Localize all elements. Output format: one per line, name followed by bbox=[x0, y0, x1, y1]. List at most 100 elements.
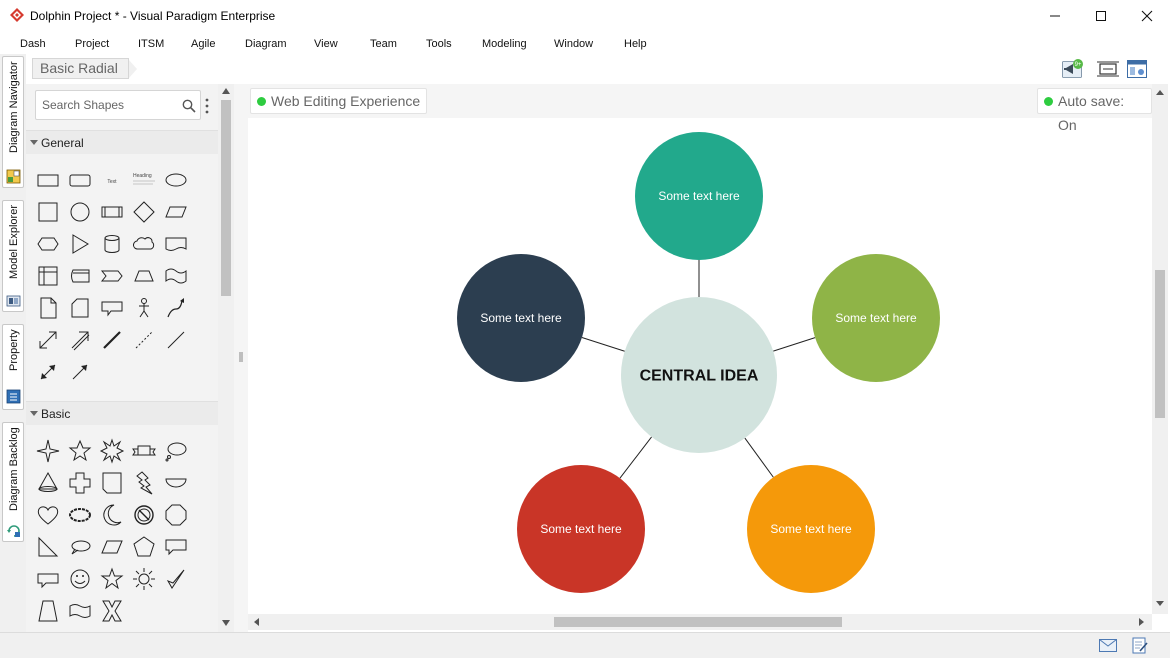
canvas-horizontal-scrollbar[interactable] bbox=[248, 614, 1152, 630]
square-shape[interactable] bbox=[35, 199, 61, 225]
menu-modeling[interactable]: Modeling bbox=[482, 38, 527, 50]
section-basic[interactable]: Basic bbox=[26, 401, 218, 425]
table-shape[interactable] bbox=[35, 263, 61, 289]
menu-itsm[interactable]: ITSM bbox=[138, 38, 164, 50]
lightning-shape[interactable] bbox=[131, 470, 157, 496]
folded-corner-shape[interactable] bbox=[99, 470, 125, 496]
arrow-line-shape[interactable] bbox=[67, 359, 93, 385]
minimize-button[interactable] bbox=[1032, 0, 1078, 32]
scroll-up-icon[interactable] bbox=[222, 88, 230, 94]
section-general[interactable]: General bbox=[26, 130, 218, 154]
menu-project[interactable]: Project bbox=[75, 38, 109, 50]
edit-document-icon[interactable] bbox=[1132, 637, 1148, 654]
search-icon[interactable] bbox=[182, 99, 196, 113]
canvas-vertical-scrollbar-thumb[interactable] bbox=[1155, 270, 1165, 418]
connector-line-bottom-right[interactable] bbox=[744, 437, 774, 478]
text-shape[interactable]: Text bbox=[99, 167, 125, 193]
tab-diagram-backlog[interactable]: Diagram Backlog bbox=[2, 422, 24, 542]
topic-node-right[interactable]: Some text here bbox=[812, 254, 940, 382]
cloud-callout-shape[interactable] bbox=[163, 438, 189, 464]
scroll-left-icon[interactable] bbox=[254, 618, 259, 626]
triangle-shape[interactable] bbox=[67, 231, 93, 257]
connector-line-bottom-left[interactable] bbox=[619, 436, 652, 479]
tab-model-explorer[interactable]: Model Explorer bbox=[2, 200, 24, 312]
canvas-horizontal-scrollbar-thumb[interactable] bbox=[554, 617, 842, 627]
close-button[interactable] bbox=[1124, 0, 1170, 32]
parallelogram-shape[interactable] bbox=[163, 199, 189, 225]
moon-shape[interactable] bbox=[99, 502, 125, 528]
trapezoid-shape[interactable] bbox=[131, 263, 157, 289]
panel-splitter[interactable] bbox=[234, 84, 248, 632]
wave-shape[interactable] bbox=[163, 263, 189, 289]
five-point-star-shape[interactable] bbox=[67, 438, 93, 464]
mail-icon[interactable] bbox=[1099, 639, 1117, 652]
chevron-shape[interactable] bbox=[99, 263, 125, 289]
no-symbol-shape[interactable] bbox=[131, 502, 157, 528]
oval-callout-shape[interactable] bbox=[67, 534, 93, 560]
menu-window[interactable]: Window bbox=[554, 38, 593, 50]
right-triangle-shape[interactable] bbox=[35, 534, 61, 560]
scroll-down-icon[interactable] bbox=[222, 620, 230, 626]
maximize-button[interactable] bbox=[1078, 0, 1124, 32]
menu-team[interactable]: Team bbox=[370, 38, 397, 50]
double-arrow-shape[interactable] bbox=[35, 327, 61, 353]
explosion-oval-shape[interactable] bbox=[67, 502, 93, 528]
scroll-right-icon[interactable] bbox=[1139, 618, 1144, 626]
circle-shape[interactable] bbox=[67, 199, 93, 225]
topic-node-bottom-left[interactable]: Some text here bbox=[517, 465, 645, 593]
rectangle-shape[interactable] bbox=[35, 167, 61, 193]
note-shape[interactable] bbox=[35, 295, 61, 321]
cloud-shape[interactable] bbox=[131, 231, 157, 257]
thick-line-shape[interactable] bbox=[99, 327, 125, 353]
dashed-line-shape[interactable] bbox=[131, 327, 157, 353]
web-editing-toggle[interactable]: Web Editing Experience bbox=[250, 88, 428, 114]
topic-node-top[interactable]: Some text here bbox=[635, 132, 763, 260]
menu-view[interactable]: View bbox=[314, 38, 338, 50]
layout-window-icon[interactable] bbox=[1126, 59, 1148, 79]
tab-diagram-navigator[interactable]: Diagram Navigator bbox=[2, 56, 24, 188]
pentagon-shape[interactable] bbox=[131, 534, 157, 560]
shapes-scrollbar-thumb[interactable] bbox=[221, 100, 231, 296]
double-headed-arrow-shape[interactable] bbox=[35, 359, 61, 385]
tab-property[interactable]: Property bbox=[2, 324, 24, 410]
central-idea-node[interactable]: CENTRAL IDEA bbox=[621, 297, 777, 453]
more-options-icon[interactable] bbox=[205, 98, 209, 114]
menu-diagram[interactable]: Diagram bbox=[245, 38, 287, 50]
half-circle-shape[interactable] bbox=[163, 470, 189, 496]
slanted-parallelogram-shape[interactable] bbox=[99, 534, 125, 560]
menu-dash[interactable]: Dash bbox=[20, 38, 46, 50]
fit-diagram-icon[interactable] bbox=[1097, 59, 1119, 79]
auto-save-toggle[interactable]: Auto save: On bbox=[1037, 88, 1152, 133]
actor-shape[interactable] bbox=[131, 295, 157, 321]
card-shape[interactable] bbox=[67, 295, 93, 321]
ellipse-shape[interactable] bbox=[163, 167, 189, 193]
burst-shape[interactable] bbox=[99, 438, 125, 464]
callout-shape[interactable] bbox=[99, 295, 125, 321]
star-shape[interactable] bbox=[99, 566, 125, 592]
topic-node-left[interactable]: Some text here bbox=[457, 254, 585, 382]
cylinder-shape[interactable] bbox=[99, 231, 125, 257]
menu-tools[interactable]: Tools bbox=[426, 38, 452, 50]
shapes-scrollbar[interactable] bbox=[218, 84, 234, 632]
line-shape[interactable] bbox=[163, 327, 189, 353]
menu-agile[interactable]: Agile bbox=[191, 38, 215, 50]
hexagon-shape[interactable] bbox=[35, 231, 61, 257]
diagram-canvas[interactable]: Web Editing Experience Auto save: On CEN… bbox=[248, 84, 1152, 614]
flag-wave-shape[interactable] bbox=[67, 598, 93, 624]
curve-connector-shape[interactable] bbox=[163, 295, 189, 321]
scroll-up-icon[interactable] bbox=[1156, 90, 1164, 95]
rounded-rectangle-shape[interactable] bbox=[67, 167, 93, 193]
speech-bubble-shape[interactable] bbox=[35, 566, 61, 592]
cross-shape[interactable] bbox=[67, 470, 93, 496]
check-mark-shape[interactable] bbox=[163, 566, 189, 592]
topic-node-bottom-right[interactable]: Some text here bbox=[747, 465, 875, 593]
process-shape[interactable] bbox=[99, 199, 125, 225]
notification-icon[interactable]: 9+ bbox=[1062, 59, 1084, 79]
menu-help[interactable]: Help bbox=[624, 38, 647, 50]
octagon-shape[interactable] bbox=[163, 502, 189, 528]
scroll-down-icon[interactable] bbox=[1156, 601, 1164, 606]
document-shape[interactable] bbox=[163, 231, 189, 257]
stored-data-shape[interactable] bbox=[67, 263, 93, 289]
connector-line-right[interactable] bbox=[773, 337, 816, 352]
four-point-star-shape[interactable] bbox=[35, 438, 61, 464]
